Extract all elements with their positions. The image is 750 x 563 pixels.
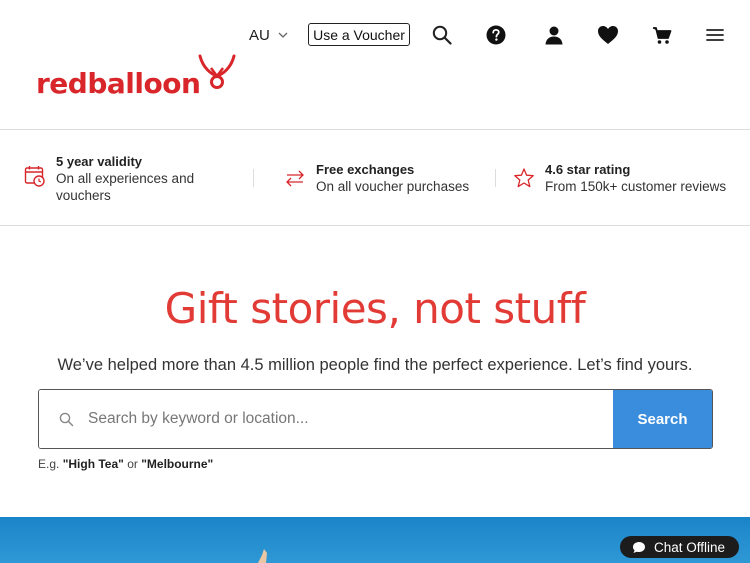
country-code: AU [249, 26, 270, 44]
use-voucher-button[interactable]: Use a Voucher [308, 23, 410, 46]
search-example: E.g. "High Tea" or "Melbourne" [38, 457, 213, 471]
redballoon-logo[interactable]: redballoon [36, 54, 236, 100]
feature-title: 5 year validity [56, 154, 142, 169]
example-keyword[interactable]: "High Tea" [63, 457, 124, 471]
feature-title: Free exchanges [316, 162, 415, 177]
wishlist-icon[interactable] [596, 23, 620, 47]
search-input[interactable] [88, 410, 568, 428]
hero-subtitle: We’ve helped more than 4.5 million peopl… [57, 356, 693, 374]
cart-icon[interactable] [650, 23, 674, 47]
example-location[interactable]: "Melbourne" [141, 457, 213, 471]
example-prefix: E.g. [38, 457, 63, 471]
country-selector[interactable]: AU [249, 24, 288, 46]
chat-status-label: Chat Offline [654, 539, 726, 555]
feature-desc: vouchers [56, 188, 111, 203]
site-header: redballoon AU Use a Voucher [0, 0, 750, 130]
hero-title: Gift stories, not stuff [164, 284, 586, 333]
feature-exchanges: Free exchanges On all voucher purchases [284, 161, 469, 195]
feature-rating: 4.6 star rating From 150k+ customer revi… [513, 161, 726, 195]
chat-widget-button[interactable]: Chat Offline [620, 536, 739, 558]
chat-bubble-icon [633, 541, 645, 553]
divider [253, 169, 254, 187]
account-icon[interactable] [542, 23, 566, 47]
star-outline-icon [514, 168, 534, 188]
example-or: or [123, 457, 142, 471]
search-field[interactable] [39, 390, 613, 448]
feature-validity: 5 year validity On all experiences and v… [24, 153, 194, 204]
chevron-down-icon [278, 32, 288, 38]
feature-title: 4.6 star rating [545, 162, 631, 177]
feature-desc: On all experiences and [56, 171, 195, 186]
feature-desc: From 150k+ customer reviews [545, 179, 727, 194]
exchange-arrows-icon [286, 170, 304, 187]
features-bar: 5 year validity On all experiences and v… [0, 131, 750, 226]
search-form: Search [38, 389, 713, 449]
divider [495, 169, 496, 187]
search-button[interactable]: Search [613, 390, 712, 448]
feature-desc: On all voucher purchases [316, 179, 470, 194]
logo-balloon-mark [198, 54, 236, 89]
logo-text: redballoon [36, 67, 201, 100]
help-icon[interactable] [484, 23, 508, 47]
search-icon [59, 412, 74, 426]
menu-icon[interactable] [703, 23, 727, 47]
calendar-clock-icon [24, 166, 45, 187]
search-icon[interactable] [430, 23, 454, 47]
